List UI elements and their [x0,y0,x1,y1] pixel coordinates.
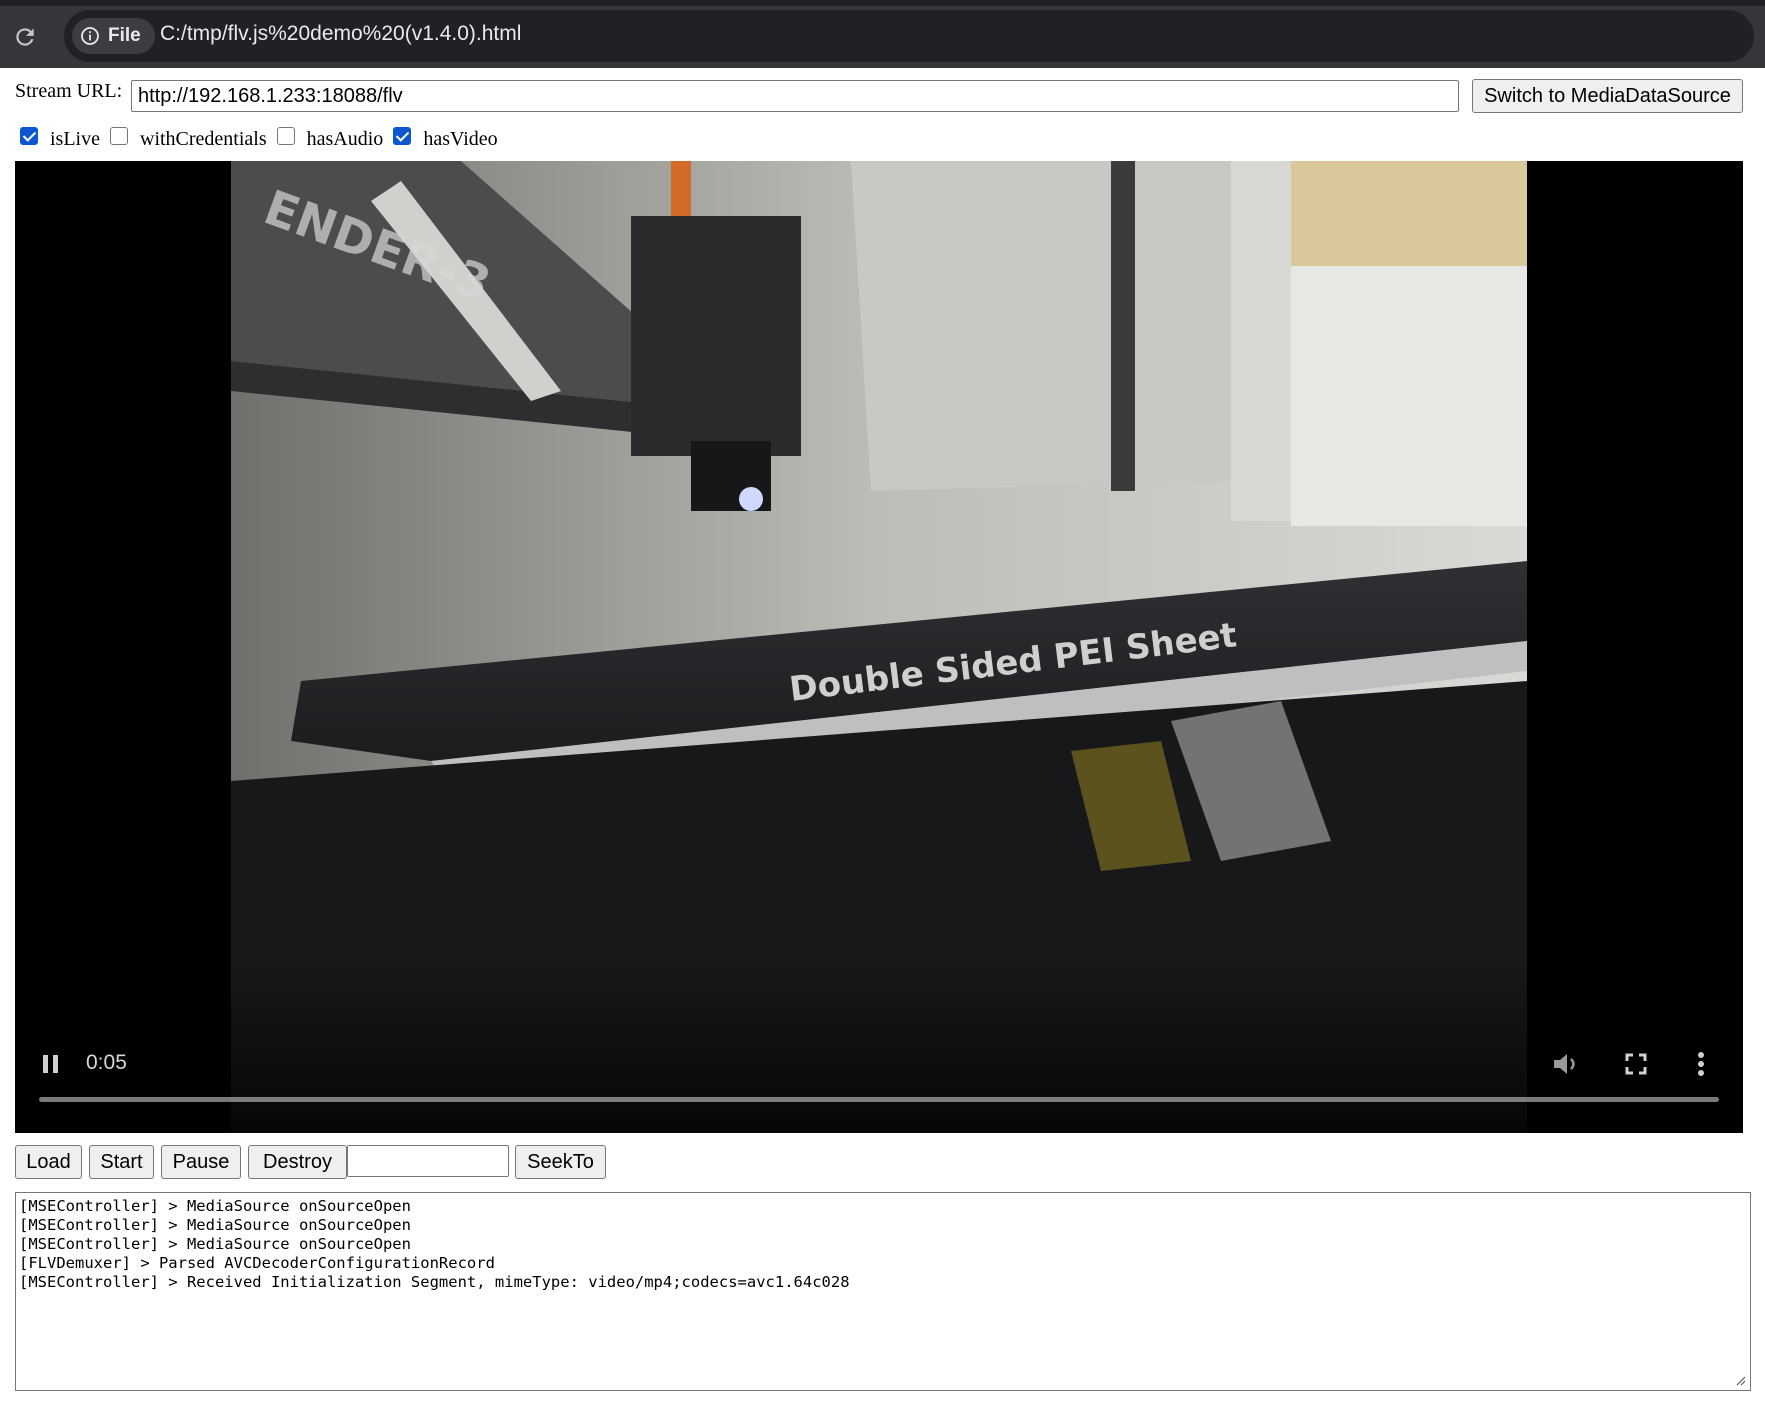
seekto-button[interactable]: SeekTo [515,1145,606,1179]
hasaudio-checkbox[interactable] [276,126,295,145]
withcredentials-checkbox[interactable] [110,126,128,145]
volume-icon[interactable] [1551,1051,1579,1077]
log-line: [MSEController] > MediaSource onSourceOp… [19,1197,411,1215]
withcredentials-label: withCredentials [140,128,267,150]
start-button[interactable]: Start [89,1145,154,1179]
log-line: [MSEController] > MediaSource onSourceOp… [19,1216,411,1234]
reload-icon[interactable] [12,24,38,50]
site-info-chip[interactable]: File [72,18,155,54]
log-line: [MSEController] > MediaSource onSourceOp… [19,1235,411,1253]
video-player[interactable]: Double Sided PEI Sheet ENDER-3 0:05 [15,161,1743,1133]
pause-button[interactable]: Pause [161,1145,241,1179]
fullscreen-icon[interactable] [1625,1053,1647,1075]
seek-input[interactable] [347,1145,509,1177]
info-icon [81,27,99,45]
hasvideo-checkbox[interactable] [393,126,412,145]
resize-grip-icon[interactable] [1734,1374,1746,1386]
more-options-icon[interactable] [1697,1051,1705,1077]
pause-icon[interactable] [41,1053,61,1075]
destroy-button[interactable]: Destroy [248,1145,347,1179]
address-bar[interactable]: File C:/tmp/flv.js%20demo%20(v1.4.0).htm… [64,10,1754,62]
browser-toolbar: File C:/tmp/flv.js%20demo%20(v1.4.0).htm… [0,0,1765,68]
progress-bar[interactable] [39,1097,1719,1102]
options-row: isLive withCredentials hasAudio hasVideo [20,124,508,150]
log-textarea[interactable]: [MSEController] > MediaSource onSourceOp… [15,1192,1751,1391]
log-line: [MSEController] > Received Initializatio… [19,1273,850,1291]
switch-to-mediadatasource-button[interactable]: Switch to MediaDataSource [1472,79,1743,113]
scheme-label: File [108,25,141,46]
controls-overlay [15,963,1743,1133]
stream-url-input[interactable] [131,80,1459,112]
islive-label: isLive [50,128,100,150]
url-text[interactable]: C:/tmp/flv.js%20demo%20(v1.4.0).html [160,22,521,46]
hasaudio-label: hasAudio [306,128,384,150]
stream-url-label: Stream URL: [15,80,123,102]
islive-checkbox[interactable] [20,126,38,145]
hasvideo-label: hasVideo [423,128,498,150]
load-button[interactable]: Load [15,1145,82,1179]
current-time: 0:05 [86,1051,127,1074]
log-line: [FLVDemuxer] > Parsed AVCDecoderConfigur… [19,1254,495,1272]
